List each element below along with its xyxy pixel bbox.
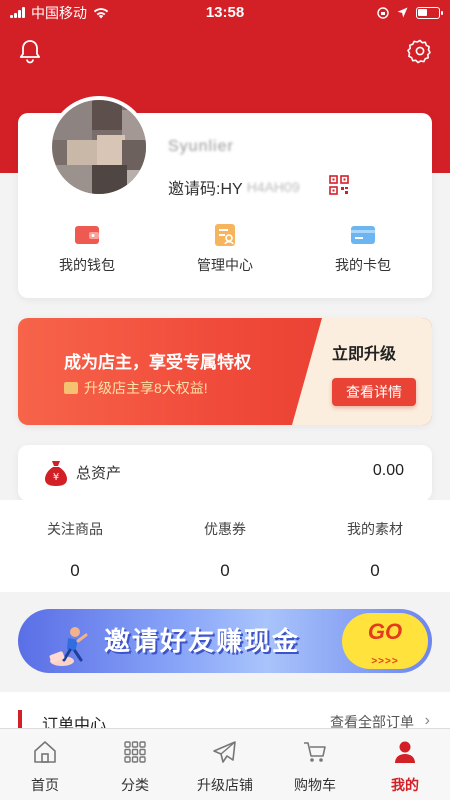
tab-cart[interactable]: 购物车 xyxy=(270,729,360,800)
section-accent-bar xyxy=(18,710,22,730)
invite-code-row: 邀请码:HY H4AH09 xyxy=(168,175,300,199)
tab-label: 我的 xyxy=(391,777,419,793)
tab-label: 升级店铺 xyxy=(197,777,253,793)
tab-category[interactable]: 分类 xyxy=(90,729,180,800)
tab-label: 购物车 xyxy=(294,777,336,793)
stat-label: 关注商品 xyxy=(47,521,103,537)
tab-home[interactable]: 首页 xyxy=(0,729,90,800)
svg-text:¥: ¥ xyxy=(53,472,59,483)
go-label: GO xyxy=(367,619,403,644)
go-button[interactable]: GO >>>> xyxy=(342,613,428,669)
bottom-tab-bar: 首页 分类 升级店铺 购物车 我的 xyxy=(0,728,450,800)
card-wallet-link[interactable]: 我的卡包 xyxy=(294,223,432,275)
coupons-stat[interactable]: 优惠券 0 xyxy=(150,510,300,590)
status-bar: 中国移动 13:58 xyxy=(0,0,450,25)
upgrade-now-label[interactable]: 立即升级 xyxy=(332,340,396,364)
stat-value: 0 xyxy=(370,561,380,580)
card-wallet-icon xyxy=(351,226,375,244)
invite-code-value: H4AH09 xyxy=(246,179,300,195)
management-icon xyxy=(215,224,235,246)
my-materials-stat[interactable]: 我的素材 0 xyxy=(300,510,450,590)
followed-products-stat[interactable]: 关注商品 0 xyxy=(0,510,150,590)
promo-title: 成为店主，享受专属特权 xyxy=(64,353,251,372)
order-center-header: 订单中心 查看全部订单 › xyxy=(0,692,450,734)
view-details-button[interactable]: 查看详情 xyxy=(332,378,416,406)
invite-friends-banner[interactable]: 邀请好友赚现金 GO >>>> xyxy=(18,609,432,673)
total-assets-card[interactable]: ¥ 总资产 0.00 xyxy=(18,445,432,501)
bell-icon[interactable] xyxy=(16,37,44,65)
total-assets-label: 总资产 xyxy=(76,465,122,482)
wallet-label: 我的钱包 xyxy=(59,257,115,273)
stat-label: 优惠券 xyxy=(204,521,246,537)
home-icon xyxy=(34,741,56,763)
card-wallet-label: 我的卡包 xyxy=(335,257,391,273)
stat-value: 0 xyxy=(70,561,80,580)
go-arrows: >>>> xyxy=(371,656,399,667)
paper-plane-icon xyxy=(213,741,236,763)
settings-gear-icon[interactable] xyxy=(406,37,434,65)
tab-upgrade-shop[interactable]: 升级店铺 xyxy=(180,729,270,800)
wallet-link[interactable]: 我的钱包 xyxy=(18,223,156,275)
total-assets-value: 0.00 xyxy=(372,462,404,479)
status-time: 13:58 xyxy=(205,4,245,21)
stat-value: 0 xyxy=(220,561,230,580)
profile-card: Syunlier 邀请码:HY H4AH09 我的钱包 管理中心 我的卡包 xyxy=(18,96,432,298)
invite-code-label: 邀请码:HY xyxy=(168,181,243,198)
tab-mine[interactable]: 我的 xyxy=(360,729,450,800)
stats-row: 关注商品 0 优惠券 0 我的素材 0 xyxy=(0,510,450,590)
tab-label: 首页 xyxy=(31,777,59,793)
category-icon xyxy=(124,741,146,763)
shop-owner-promo-card[interactable]: 成为店主，享受专属特权 升级店主享8大权益! 立即升级 查看详情 xyxy=(18,318,432,425)
avatar[interactable] xyxy=(48,96,150,198)
management-center-link[interactable]: 管理中心 xyxy=(156,223,294,275)
promo-subtitle: 升级店主享8大权益! xyxy=(84,380,208,396)
cart-icon xyxy=(304,742,326,762)
username: Syunlier xyxy=(168,138,234,155)
qr-code-icon[interactable] xyxy=(329,175,349,195)
money-bag-icon: ¥ xyxy=(45,461,67,486)
stat-label: 我的素材 xyxy=(347,521,403,537)
tab-label: 分类 xyxy=(121,777,149,793)
promo-subtitle-row: 升级店主享8大权益! xyxy=(64,378,208,398)
gift-icon xyxy=(64,382,78,394)
battery-icon xyxy=(416,6,443,19)
user-icon xyxy=(395,741,415,763)
promo-upgrade-panel xyxy=(292,318,432,425)
running-person-icon xyxy=(49,627,88,666)
wallet-icon xyxy=(75,226,99,244)
invite-banner-text: 邀请好友赚现金 xyxy=(104,626,301,656)
management-label: 管理中心 xyxy=(197,257,253,273)
